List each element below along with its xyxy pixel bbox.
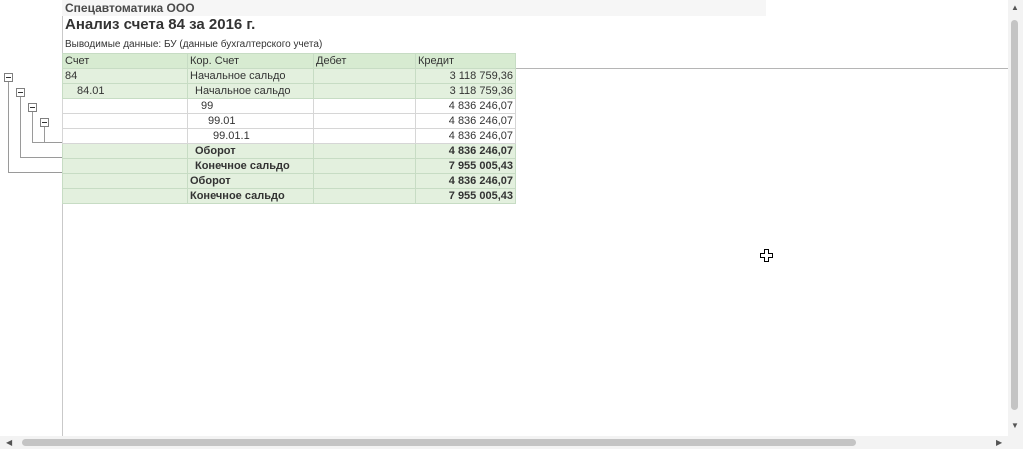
move-cursor-icon [760, 249, 773, 262]
outline-line [20, 96, 21, 158]
header-account: Счет [62, 53, 188, 69]
cell-corr[interactable]: Начальное сальдо [187, 68, 314, 84]
cell-debit[interactable] [313, 113, 416, 129]
cell-debit[interactable] [313, 158, 416, 174]
arrow-left-icon[interactable]: ◀ [6, 439, 12, 447]
cell-credit[interactable]: 7 955 005,43 [415, 188, 516, 204]
arrow-right-icon[interactable]: ▶ [996, 439, 1002, 447]
vertical-scroll-thumb[interactable] [1011, 20, 1018, 410]
table-row[interactable]: 99.01.1 4 836 246,07 [62, 128, 516, 144]
table-row[interactable]: 84 Начальное сальдо 3 118 759,36 [62, 68, 516, 84]
cell-credit[interactable]: 4 836 246,07 [415, 128, 516, 144]
cell-debit[interactable] [313, 143, 416, 159]
cell-account[interactable]: 84 [62, 68, 188, 84]
cell-debit[interactable] [313, 83, 416, 99]
table-row-total[interactable]: Конечное сальдо 7 955 005,43 [62, 158, 516, 174]
cell-account[interactable] [62, 188, 188, 204]
header-credit: Кредит [415, 53, 516, 69]
cell-corr[interactable]: Конечное сальдо [187, 158, 314, 174]
cell-debit[interactable] [313, 98, 416, 114]
outline-line [32, 142, 62, 143]
table-row[interactable]: 99.01 4 836 246,07 [62, 113, 516, 129]
cell-debit[interactable] [313, 188, 416, 204]
table-row[interactable]: 84.01 Начальное сальдо 3 118 759,36 [62, 83, 516, 99]
cell-debit[interactable] [313, 68, 416, 84]
report-title: Анализ счета 84 за 2016 г. [65, 16, 256, 33]
cell-account[interactable] [62, 128, 188, 144]
cell-corr[interactable]: Конечное сальдо [187, 188, 314, 204]
outline-line [44, 126, 45, 143]
cell-credit[interactable]: 4 836 246,07 [415, 113, 516, 129]
header-debit: Дебет [313, 53, 416, 69]
outline-line [32, 111, 33, 142]
cell-debit[interactable] [313, 128, 416, 144]
cell-credit[interactable]: 4 836 246,07 [415, 173, 516, 189]
cell-account[interactable] [62, 98, 188, 114]
arrow-up-icon[interactable]: ▲ [1011, 4, 1019, 12]
header-corr-account: Кор. Счет [187, 53, 314, 69]
cell-credit[interactable]: 3 118 759,36 [415, 68, 516, 84]
cell-corr[interactable]: 99 [187, 98, 314, 114]
outline-line [20, 157, 62, 158]
table-row-total[interactable]: Оборот 4 836 246,07 [62, 143, 516, 159]
horizontal-scroll-thumb[interactable] [22, 439, 856, 446]
grouping-outline-panel [0, 0, 63, 436]
arrow-down-icon[interactable]: ▼ [1011, 422, 1019, 430]
cell-account[interactable] [62, 143, 188, 159]
cell-corr[interactable]: Начальное сальдо [187, 83, 314, 99]
collapse-group-84-01-icon[interactable] [16, 88, 25, 97]
account-analysis-table: Счет Кор. Счет Дебет Кредит 84 Начальное… [62, 53, 516, 204]
collapse-group-84-icon[interactable] [4, 73, 13, 82]
horizontal-scrollbar[interactable]: ◀ ▶ [0, 436, 1023, 449]
cell-debit[interactable] [313, 173, 416, 189]
collapse-group-99-01-icon[interactable] [40, 118, 49, 127]
cell-account[interactable]: 84.01 [62, 83, 188, 99]
cell-credit[interactable]: 7 955 005,43 [415, 158, 516, 174]
organization-name: Спецавтоматика ООО [62, 0, 766, 16]
cell-account[interactable] [62, 113, 188, 129]
cell-corr[interactable]: 99.01 [187, 113, 314, 129]
cell-credit[interactable]: 4 836 246,07 [415, 143, 516, 159]
cell-account[interactable] [62, 158, 188, 174]
cell-account[interactable] [62, 173, 188, 189]
cell-credit[interactable]: 3 118 759,36 [415, 83, 516, 99]
cell-corr[interactable]: Оборот [187, 173, 314, 189]
table-row-total[interactable]: Оборот 4 836 246,07 [62, 173, 516, 189]
table-row[interactable]: 99 4 836 246,07 [62, 98, 516, 114]
outline-line [8, 172, 62, 173]
table-header-row: Счет Кор. Счет Дебет Кредит [62, 53, 516, 69]
cell-credit[interactable]: 4 836 246,07 [415, 98, 516, 114]
outline-line [8, 81, 9, 173]
table-row-total[interactable]: Конечное сальдо 7 955 005,43 [62, 188, 516, 204]
cell-corr[interactable]: Оборот [187, 143, 314, 159]
vertical-scrollbar[interactable]: ▲ ▼ [1008, 0, 1023, 436]
report-subtitle: Выводимые данные: БУ (данные бухгалтерск… [65, 39, 323, 50]
cell-corr[interactable]: 99.01.1 [187, 128, 314, 144]
collapse-group-99-icon[interactable] [28, 103, 37, 112]
